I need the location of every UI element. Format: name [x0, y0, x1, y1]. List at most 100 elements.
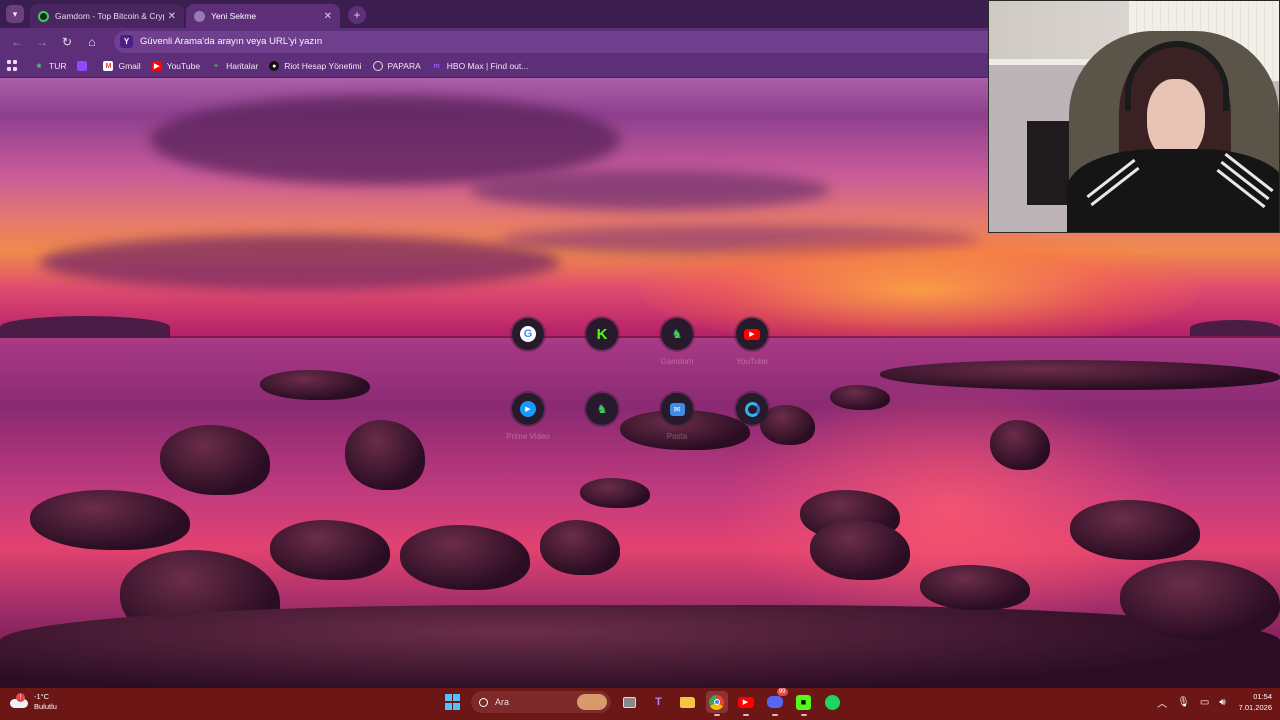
notification-badge: 99: [776, 688, 788, 696]
shortcut-gamdom-2[interactable]: ♞: [565, 393, 639, 432]
home-button[interactable]: ⌂: [81, 31, 103, 53]
shortcut-kick[interactable]: K: [565, 318, 639, 357]
shortcut-google[interactable]: G: [491, 318, 565, 357]
chrome-button[interactable]: [705, 691, 728, 716]
taskbar: ! -1°C Bulutlu Ara T ▶ 99 ■ ︿ 🎙︎ ▭ 🔊︎ 01…: [0, 688, 1280, 720]
gamdom-icon: ♞: [671, 327, 683, 341]
island: [0, 316, 170, 338]
youtube-app-button[interactable]: ▶: [735, 691, 757, 716]
yahoo-icon: Y: [120, 35, 133, 48]
plus-icon: +: [353, 8, 361, 22]
gamdom-icon: ♞: [596, 402, 608, 416]
start-button[interactable]: [442, 691, 464, 713]
task-view-icon: [623, 696, 636, 708]
weather-temp: -1°C: [34, 692, 50, 701]
toolbar: ← → ↻ ⌂ Y Güvenli Arama'da arayın veya U…: [0, 28, 988, 55]
chevron-up-icon[interactable]: ︿: [1157, 695, 1167, 710]
arrow-left-icon: ←: [11, 34, 23, 49]
windows-icon: [444, 694, 461, 710]
clock[interactable]: 01:54 7.01.2026: [1239, 691, 1272, 713]
mail-icon: ✉: [669, 402, 685, 416]
new-tab-button[interactable]: +: [348, 6, 366, 24]
kick-app-button[interactable]: ■: [793, 691, 815, 716]
riot-icon: ●: [269, 61, 280, 71]
shortcut-youtube[interactable]: ▶ YouTube: [715, 318, 789, 366]
shortcut-gamdom[interactable]: ♞ Gamdom: [640, 318, 714, 366]
close-icon[interactable]: ✕: [324, 11, 332, 22]
reload-button[interactable]: ↻: [56, 31, 78, 53]
shortcut-edge[interactable]: [715, 393, 789, 432]
spotify-button[interactable]: [822, 691, 844, 713]
task-view-button[interactable]: [619, 691, 641, 713]
tab-title: Gamdom - Top Bitcoin & Crypto: [55, 11, 164, 21]
shortcut-circle: [736, 393, 768, 425]
address-bar[interactable]: Y Güvenli Arama'da arayın veya URL'yi ya…: [114, 30, 988, 53]
forward-button[interactable]: →: [31, 31, 53, 53]
hbo-icon: m: [433, 62, 440, 70]
weather-widget[interactable]: ! -1°C Bulutlu: [10, 692, 57, 712]
gamdom-icon: [38, 10, 49, 22]
spotify-icon: [825, 694, 840, 710]
bookmarks-bar: ★ TUR M Gmail ▶ YouTube ✦ Haritalar ● Riot He…: [0, 55, 988, 78]
reload-icon: ↻: [61, 34, 73, 49]
bookmark-hbo[interactable]: m HBO Max | Find out...: [432, 61, 529, 71]
weather-desc: Bulutlu: [34, 702, 57, 711]
back-button[interactable]: ←: [6, 31, 28, 53]
shortcut-circle: ♞: [661, 318, 693, 350]
taskbar-search-placeholder: Ara: [495, 697, 510, 707]
clock-time: 01:54: [1253, 692, 1272, 701]
taskbar-apps: Ara T ▶ 99 ■: [438, 688, 847, 716]
search-icon: [479, 697, 488, 707]
bookmark-tur[interactable]: ★ TUR: [34, 61, 67, 71]
clock-date: 7.01.2026: [1238, 703, 1272, 712]
webcam-overlay: [988, 0, 1280, 233]
bookmark-riot[interactable]: ● Riot Hesap Yönetimi: [269, 61, 362, 71]
star-icon: ★: [35, 63, 43, 70]
chevron-down-icon: ▾: [12, 8, 18, 19]
bookmark-gmail[interactable]: M Gmail: [103, 61, 141, 71]
rock: [0, 605, 1280, 688]
tab-new-tab[interactable]: Yeni Sekme ✕: [186, 4, 340, 28]
cloud: [150, 95, 620, 185]
gmail-icon: M: [103, 61, 114, 71]
microphone-icon[interactable]: 🎙︎: [1177, 697, 1190, 708]
kick-icon: K: [596, 325, 608, 343]
volume-icon[interactable]: 🔊︎: [1219, 697, 1225, 708]
discord-button[interactable]: 99: [764, 688, 788, 716]
bookmark-youtube[interactable]: ▶ YouTube: [151, 61, 200, 71]
youtube-icon: ▶: [744, 328, 760, 340]
maps-icon: ✦: [213, 63, 220, 70]
bookmark-maps[interactable]: ✦ Haritalar: [211, 61, 258, 71]
network-icon[interactable]: ▭: [1200, 697, 1209, 708]
kick-icon: ■: [796, 694, 811, 710]
home-icon: ⌂: [88, 34, 96, 49]
search-highlight-icon: [577, 694, 607, 710]
apps-grid-icon[interactable]: [6, 59, 20, 73]
close-icon[interactable]: ✕: [168, 11, 176, 22]
shortcut-prime-video[interactable]: ▶ Prime Video: [491, 393, 565, 441]
webcam-person-body: [1067, 149, 1279, 232]
edge-icon: [744, 401, 760, 417]
chrome-icon: [709, 694, 724, 710]
rock: [260, 370, 370, 400]
tab-strip: ▾ Gamdom - Top Bitcoin & Crypto ✕ Yeni S…: [0, 0, 988, 28]
teams-button[interactable]: T: [648, 691, 670, 713]
shortcut-circle: ♞: [586, 393, 618, 425]
new-tab-icon: [194, 10, 205, 22]
bookmark-twitch[interactable]: [77, 61, 92, 71]
shortcut-circle: ▶: [736, 318, 768, 350]
twitch-icon: [77, 61, 88, 71]
cloud-icon: !: [10, 693, 28, 709]
taskbar-search[interactable]: Ara: [471, 691, 611, 713]
shortcut-mail[interactable]: ✉ Posta: [640, 393, 714, 441]
google-icon: G: [520, 326, 536, 342]
island: [1190, 320, 1280, 336]
teams-icon: T: [655, 696, 662, 708]
youtube-icon: ▶: [151, 61, 162, 71]
tab-search-button[interactable]: ▾: [6, 5, 24, 23]
cloud: [470, 170, 830, 210]
system-tray: ︿ 🎙︎ ▭ 🔊︎ 01:54 7.01.2026: [1152, 691, 1272, 713]
file-explorer-button[interactable]: [677, 691, 699, 713]
tab-gamdom[interactable]: Gamdom - Top Bitcoin & Crypto ✕: [30, 4, 184, 28]
bookmark-papara[interactable]: PAPARA: [372, 61, 421, 71]
